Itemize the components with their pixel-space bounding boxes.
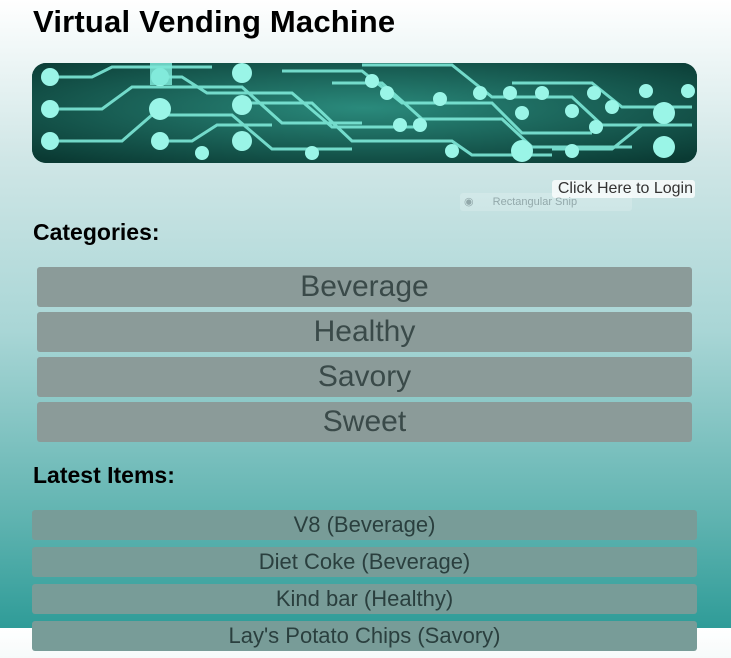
category-button-sweet[interactable]: Sweet	[37, 402, 692, 442]
category-list: Beverage Healthy Savory Sweet	[37, 267, 692, 447]
latest-items-list: V8 (Beverage) Diet Coke (Beverage) Kind …	[32, 510, 697, 658]
latest-items-heading: Latest Items:	[33, 462, 175, 488]
snip-icon: ◉	[464, 196, 474, 208]
latest-item-potato-chips[interactable]: Lay's Potato Chips (Savory)	[32, 621, 697, 651]
page-title: Virtual Vending Machine	[33, 4, 396, 39]
circuit-board-image	[32, 63, 697, 163]
categories-heading: Categories:	[33, 219, 160, 245]
snip-label: Rectangular Snip	[492, 196, 578, 208]
category-button-beverage[interactable]: Beverage	[37, 267, 692, 307]
latest-item-diet-coke[interactable]: Diet Coke (Beverage)	[32, 547, 697, 577]
latest-item-kind-bar[interactable]: Kind bar (Healthy)	[32, 584, 697, 614]
latest-item-v8[interactable]: V8 (Beverage)	[32, 510, 697, 540]
circuit-board-banner	[32, 63, 697, 163]
category-button-savory[interactable]: Savory	[37, 357, 692, 397]
rectangular-snip-overlay: ◉ Rectangular Snip	[460, 193, 632, 211]
category-button-healthy[interactable]: Healthy	[37, 312, 692, 352]
